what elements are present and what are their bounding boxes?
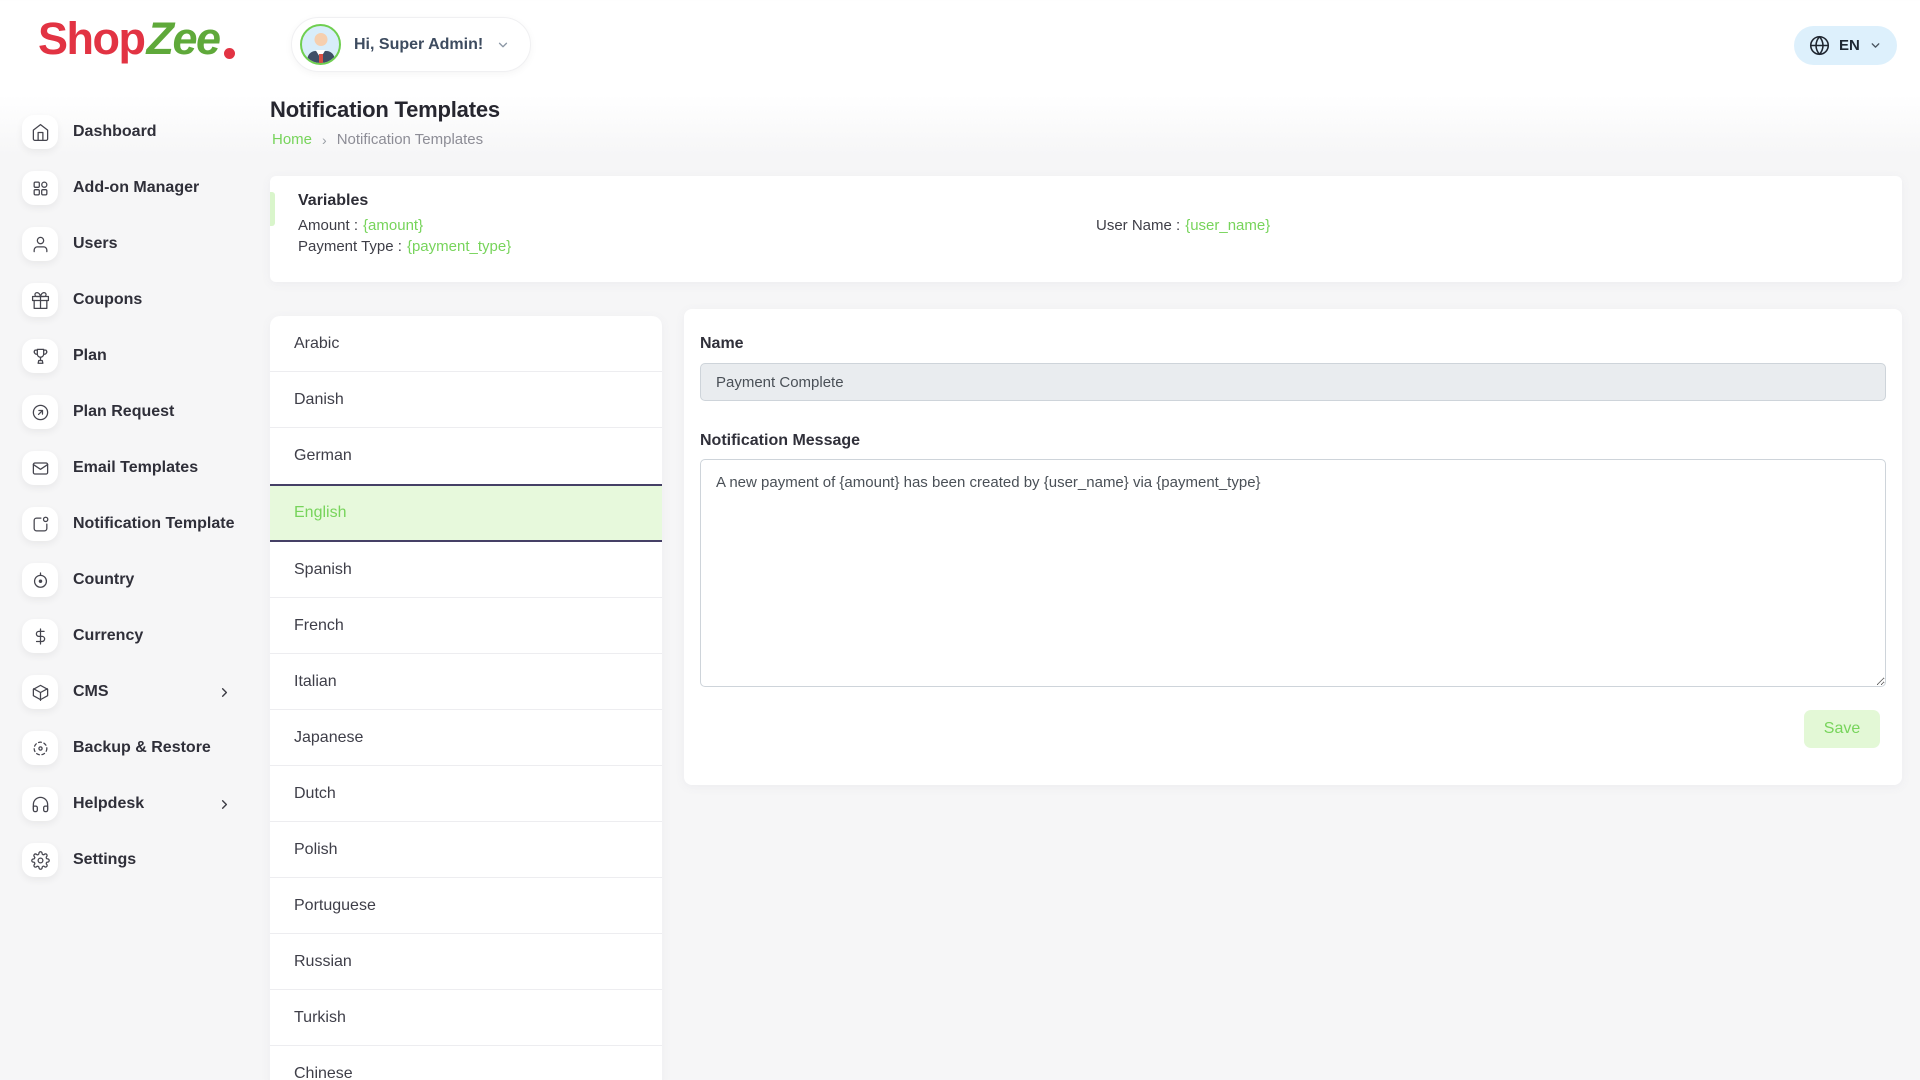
language-selector[interactable]: EN (1794, 26, 1897, 65)
language-code: EN (1839, 37, 1860, 54)
sidebar-item-coupons[interactable]: Coupons (0, 272, 248, 328)
home-icon (22, 115, 58, 149)
brand-dot (224, 48, 235, 59)
sidebar-item-notification-template[interactable]: Notification Template (0, 496, 248, 552)
language-item-russian[interactable]: Russian (270, 934, 662, 990)
chevron-right-icon (217, 797, 232, 812)
language-item-dutch[interactable]: Dutch (270, 766, 662, 822)
language-item-english-selected[interactable]: English (270, 484, 662, 542)
language-item-italian[interactable]: Italian (270, 654, 662, 710)
globe-icon (1809, 35, 1830, 56)
sidebar: Dashboard Add-on Manager Users Coupons P… (0, 104, 248, 888)
brand-part-1: Shop (38, 16, 144, 61)
variables-accent-bar (270, 192, 275, 226)
language-list: Arabic Danish German English Spanish Fre… (270, 316, 662, 1080)
sidebar-item-plan[interactable]: Plan (0, 328, 248, 384)
name-label: Name (700, 334, 1886, 354)
sidebar-item-plan-request[interactable]: Plan Request (0, 384, 248, 440)
language-item-arabic[interactable]: Arabic (270, 316, 662, 372)
notification-template-icon (22, 507, 58, 541)
language-item-french[interactable]: French (270, 598, 662, 654)
variable-user-name: User Name :{user_name} (1096, 215, 1874, 236)
gear-icon (22, 843, 58, 877)
brand-logo: ShopZee (38, 16, 235, 61)
trophy-icon (22, 339, 58, 373)
user-greeting: Hi, Super Admin! (354, 36, 483, 54)
variables-title: Variables (298, 190, 1874, 212)
variables-grid: Amount :{amount} User Name :{user_name} … (298, 215, 1874, 257)
breadcrumb-separator: › (322, 132, 327, 148)
user-menu-button[interactable]: Hi, Super Admin! (291, 17, 531, 72)
grid-icon (22, 171, 58, 205)
sidebar-item-add-on-manager[interactable]: Add-on Manager (0, 160, 248, 216)
sidebar-item-currency[interactable]: Currency (0, 608, 248, 664)
dollar-icon (22, 619, 58, 653)
arrow-up-right-circle-icon (22, 395, 58, 429)
breadcrumb-home-link[interactable]: Home (272, 131, 312, 148)
target-icon (22, 563, 58, 597)
variable-payment-type: Payment Type :{payment_type} (298, 236, 1076, 257)
language-item-turkish[interactable]: Turkish (270, 990, 662, 1046)
language-item-chinese[interactable]: Chinese (270, 1046, 662, 1080)
avatar (300, 24, 341, 65)
variables-card: Variables Amount :{amount} User Name :{u… (270, 176, 1902, 282)
package-icon (22, 675, 58, 709)
save-button[interactable]: Save (1804, 710, 1880, 748)
page-title: Notification Templates (270, 97, 500, 123)
sidebar-item-email-templates[interactable]: Email Templates (0, 440, 248, 496)
chevron-down-icon (1869, 39, 1882, 52)
variable-amount: Amount :{amount} (298, 215, 1076, 236)
mail-icon (22, 451, 58, 485)
user-icon (22, 227, 58, 261)
language-item-german[interactable]: German (270, 428, 662, 484)
chevron-down-icon (496, 38, 510, 52)
language-item-danish[interactable]: Danish (270, 372, 662, 428)
breadcrumb: Home › Notification Templates (272, 131, 483, 148)
gift-icon (22, 283, 58, 317)
brand-part-2: Zee (146, 16, 219, 61)
sidebar-item-users[interactable]: Users (0, 216, 248, 272)
sidebar-item-settings[interactable]: Settings (0, 832, 248, 888)
language-item-spanish[interactable]: Spanish (270, 542, 662, 598)
sidebar-item-backup-restore[interactable]: Backup & Restore (0, 720, 248, 776)
template-form-card: Name Notification Message A new payment … (684, 309, 1902, 785)
sidebar-item-country[interactable]: Country (0, 552, 248, 608)
headphones-icon (22, 787, 58, 821)
language-item-portuguese[interactable]: Portuguese (270, 878, 662, 934)
language-item-japanese[interactable]: Japanese (270, 710, 662, 766)
notification-message-textarea[interactable]: A new payment of {amount} has been creat… (700, 459, 1886, 687)
name-input[interactable] (700, 363, 1886, 401)
breadcrumb-current: Notification Templates (337, 131, 483, 148)
sidebar-item-helpdesk[interactable]: Helpdesk (0, 776, 248, 832)
notification-message-label: Notification Message (700, 431, 1886, 451)
chevron-right-icon (217, 685, 232, 700)
backup-restore-icon (22, 731, 58, 765)
sidebar-item-dashboard[interactable]: Dashboard (0, 104, 248, 160)
language-item-polish[interactable]: Polish (270, 822, 662, 878)
sidebar-item-cms[interactable]: CMS (0, 664, 248, 720)
